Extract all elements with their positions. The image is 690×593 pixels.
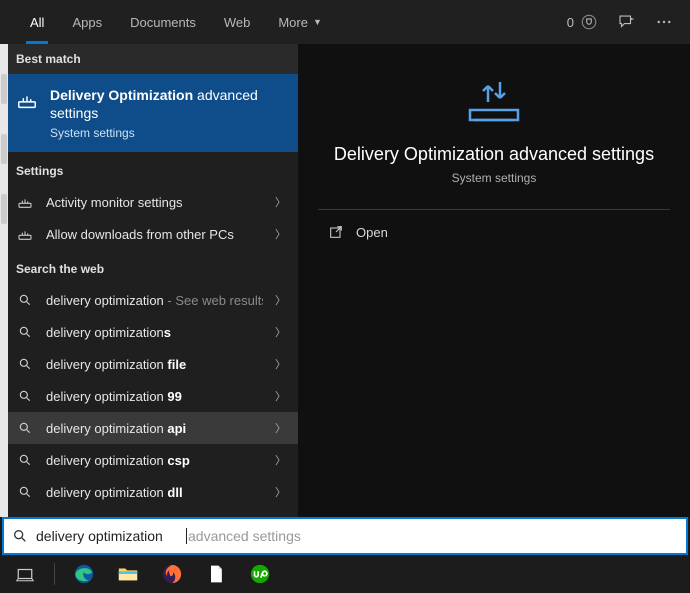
open-icon	[328, 224, 344, 240]
chevron-right-icon: 〉	[275, 388, 286, 404]
document-icon	[206, 564, 226, 584]
section-best-match: Best match	[0, 44, 298, 74]
tab-more[interactable]: More ▼	[264, 0, 336, 44]
taskbar-upwork[interactable]	[245, 559, 275, 589]
chevron-right-icon: 〉	[275, 292, 286, 308]
search-icon	[16, 389, 34, 403]
result-label: delivery optimization 99	[46, 389, 263, 404]
taskbar-edge[interactable]	[69, 559, 99, 589]
tab-documents[interactable]: Documents	[116, 0, 210, 44]
taskbar	[0, 555, 690, 593]
folder-icon	[117, 563, 139, 585]
search-tabbar: All Apps Documents Web More ▼ 0	[0, 0, 690, 44]
best-match-result[interactable]: Delivery Optimization advanced settings …	[0, 74, 298, 152]
web-result-item[interactable]: delivery optimization file 〉	[0, 348, 298, 380]
web-result-item[interactable]: delivery optimization csp 〉	[0, 444, 298, 476]
task-view-button[interactable]	[10, 559, 40, 589]
best-match-title: Delivery Optimization advanced settings	[50, 86, 282, 122]
web-result-item[interactable]: delivery optimization 99 〉	[0, 380, 298, 412]
result-label: delivery optimizations	[46, 325, 263, 340]
chevron-right-icon: 〉	[275, 452, 286, 468]
taskbar-notepad[interactable]	[201, 559, 231, 589]
result-label: Allow downloads from other PCs	[46, 227, 263, 242]
search-input[interactable]	[36, 528, 186, 544]
web-result-item[interactable]: delivery optimizations 〉	[0, 316, 298, 348]
more-options-button[interactable]	[654, 12, 674, 32]
desktop-peek	[0, 44, 8, 517]
result-label: Activity monitor settings	[46, 195, 263, 210]
tab-web[interactable]: Web	[210, 0, 265, 44]
ellipsis-icon	[655, 13, 673, 31]
results-panel: Best match Delivery Optimization advance…	[0, 44, 298, 517]
settings-result-item[interactable]: Activity monitor settings 〉	[0, 186, 298, 218]
tab-apps[interactable]: Apps	[58, 0, 116, 44]
search-icon	[16, 325, 34, 339]
section-search-web: Search the web	[0, 250, 298, 284]
taskbar-separator	[54, 563, 55, 585]
chevron-right-icon: 〉	[275, 324, 286, 340]
result-label: delivery optimization csp	[46, 453, 263, 468]
settings-app-icon	[16, 89, 38, 111]
feedback-icon	[617, 13, 635, 31]
web-result-item[interactable]: delivery optimization api 〉	[0, 412, 298, 444]
open-action[interactable]: Open	[298, 210, 690, 254]
search-box[interactable]: advanced settings	[2, 517, 688, 555]
search-icon	[16, 357, 34, 371]
web-result-item[interactable]: delivery optimization fix〉	[0, 508, 298, 517]
upwork-icon	[249, 563, 271, 585]
web-result-item[interactable]: delivery optimization dll 〉	[0, 476, 298, 508]
search-icon	[16, 453, 34, 467]
search-icon	[16, 485, 34, 499]
search-icon	[16, 293, 34, 307]
best-match-subtitle: System settings	[50, 126, 282, 140]
search-icon	[16, 421, 34, 435]
result-label: delivery optimization api	[46, 421, 263, 436]
chevron-right-icon: 〉	[275, 226, 286, 242]
rewards-button[interactable]: 0	[567, 13, 598, 31]
taskbar-firefox[interactable]	[157, 559, 187, 589]
feedback-button[interactable]	[616, 12, 636, 32]
chevron-right-icon: 〉	[275, 484, 286, 500]
trophy-icon	[580, 13, 598, 31]
edge-icon	[73, 563, 95, 585]
result-label: delivery optimization dll	[46, 485, 263, 500]
settings-result-item[interactable]: Allow downloads from other PCs 〉	[0, 218, 298, 250]
chevron-right-icon: 〉	[275, 420, 286, 436]
preview-app-icon	[464, 74, 524, 126]
chevron-right-icon: 〉	[275, 356, 286, 372]
tab-all[interactable]: All	[16, 0, 58, 44]
search-icon	[12, 528, 28, 544]
preview-subtitle: System settings	[298, 171, 690, 185]
settings-icon	[16, 226, 34, 242]
chevron-right-icon: 〉	[275, 194, 286, 210]
open-label: Open	[356, 225, 388, 240]
task-view-icon	[16, 565, 34, 583]
taskbar-explorer[interactable]	[113, 559, 143, 589]
chevron-down-icon: ▼	[313, 17, 322, 27]
result-label: delivery optimization file	[46, 357, 263, 372]
web-result-item[interactable]: delivery optimization - See web results 〉	[0, 284, 298, 316]
settings-icon	[16, 194, 34, 210]
preview-panel: Delivery Optimization advanced settings …	[298, 44, 690, 517]
result-label: delivery optimization - See web results	[46, 293, 263, 308]
tab-more-label: More	[278, 15, 308, 30]
firefox-icon	[161, 563, 183, 585]
search-suggestion-ghost: advanced settings	[186, 528, 301, 544]
preview-title: Delivery Optimization advanced settings	[298, 144, 690, 165]
section-settings: Settings	[0, 152, 298, 186]
rewards-points: 0	[567, 15, 574, 30]
